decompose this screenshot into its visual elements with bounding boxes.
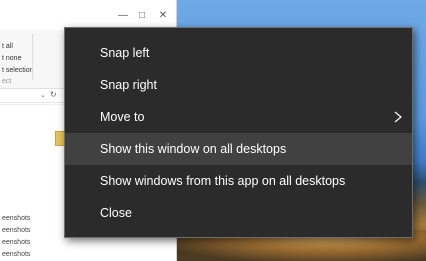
chevron-down-icon[interactable]: ⌄: [40, 91, 46, 99]
ribbon-group-label: ect: [2, 78, 12, 85]
menu-item-label: Show this window on all desktops: [100, 142, 287, 156]
maximize-icon[interactable]: □: [137, 11, 147, 21]
menu-item-snap-right[interactable]: Snap right: [65, 69, 412, 101]
minimize-icon[interactable]: —: [118, 11, 128, 21]
window-context-menu: Snap left Snap right Move to Show this w…: [64, 27, 413, 238]
list-item[interactable]: eenshots: [2, 239, 30, 246]
menu-item-label: Show windows from this app on all deskto…: [100, 174, 346, 188]
list-item[interactable]: eenshots: [2, 215, 30, 222]
select-none-button[interactable]: t none: [2, 55, 21, 62]
menu-item-show-app-windows-all-desktops[interactable]: Show windows from this app on all deskto…: [65, 165, 412, 197]
list-item[interactable]: eenshots: [2, 251, 30, 258]
menu-item-show-window-all-desktops[interactable]: Show this window on all desktops: [65, 133, 412, 165]
close-icon[interactable]: ✕: [158, 11, 168, 21]
menu-item-label: Snap right: [100, 78, 157, 92]
menu-item-label: Move to: [100, 110, 145, 124]
chevron-right-icon: [394, 111, 402, 123]
menu-item-label: Snap left: [100, 46, 150, 60]
ribbon-divider: [32, 34, 33, 80]
menu-item-label: Close: [100, 206, 132, 220]
invert-selection-button[interactable]: t selection: [2, 67, 34, 74]
menu-item-move-to[interactable]: Move to: [65, 101, 412, 133]
menu-item-snap-left[interactable]: Snap left: [65, 37, 412, 69]
list-item[interactable]: eenshots: [2, 227, 30, 234]
menu-item-close[interactable]: Close: [65, 197, 412, 229]
select-all-button[interactable]: t all: [2, 43, 13, 50]
refresh-icon[interactable]: ↻: [50, 90, 57, 99]
